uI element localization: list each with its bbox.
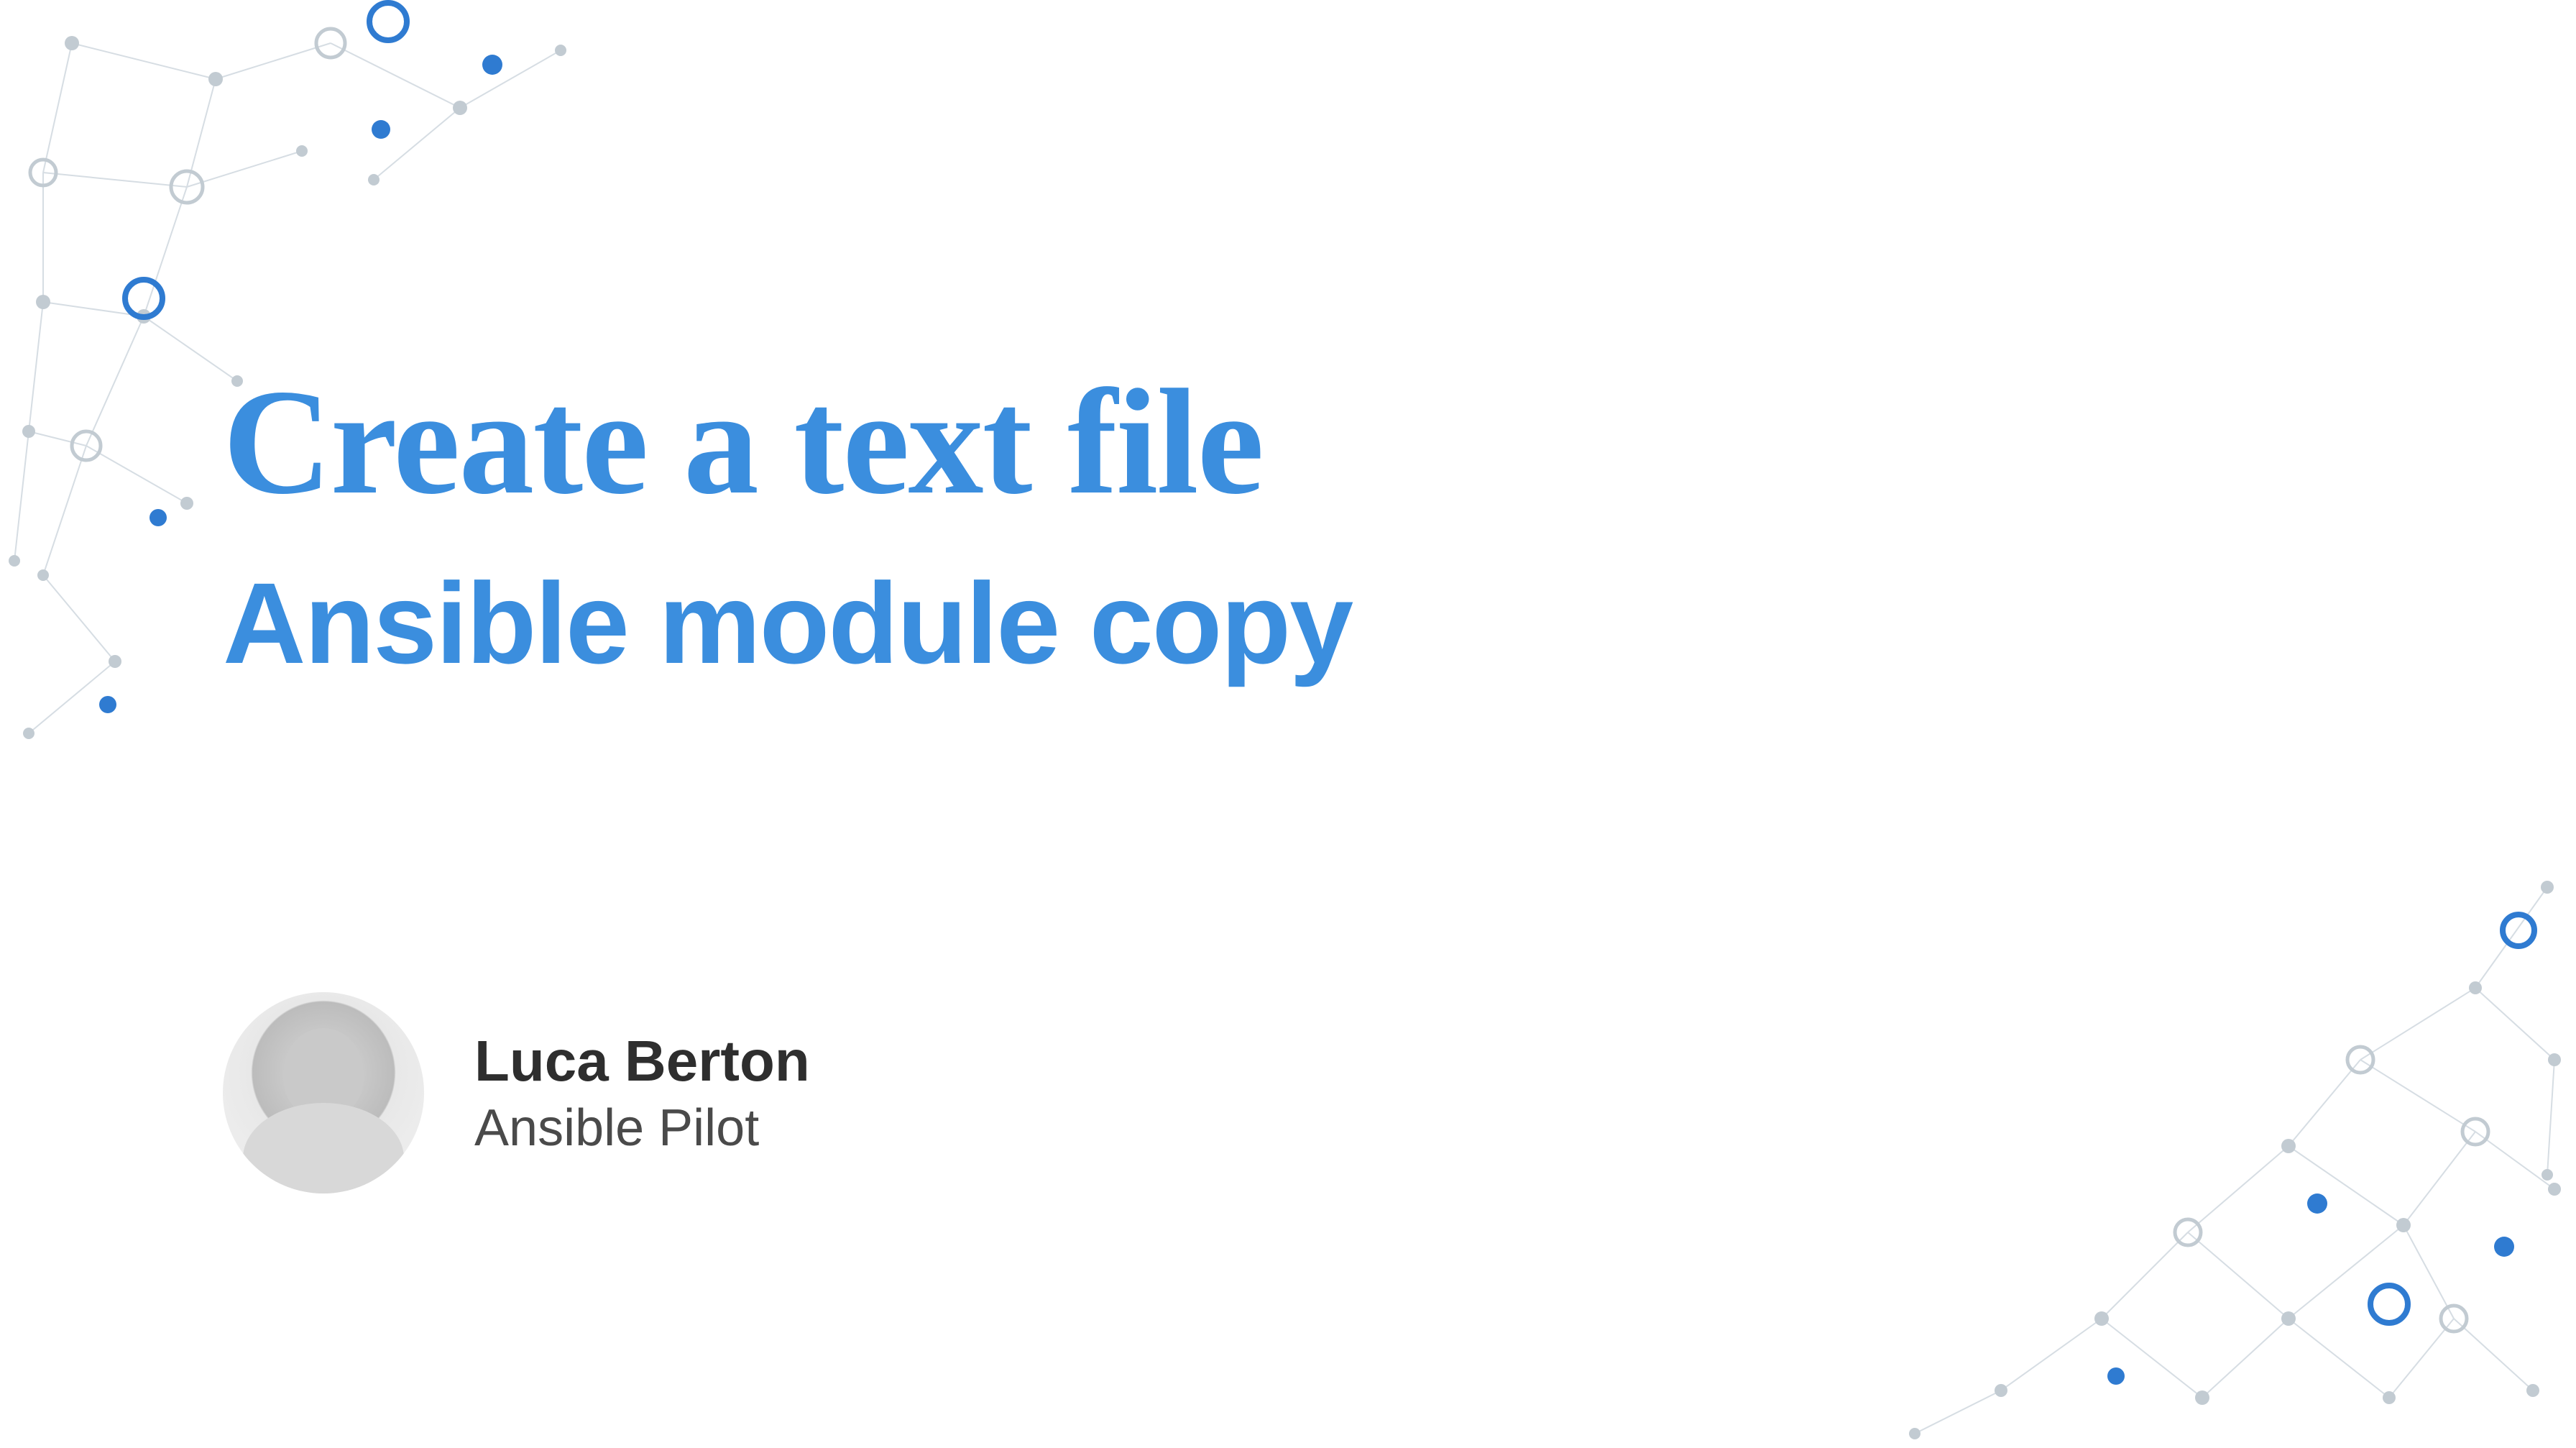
decorative-network-bottom-right (1785, 801, 2576, 1448)
slide-title: Create a text file (223, 359, 1352, 526)
slide-subtitle: Ansible module copy (223, 554, 1352, 692)
author-name: Luca Berton (474, 1028, 810, 1094)
author-role: Ansible Pilot (474, 1099, 810, 1158)
author-avatar (223, 992, 424, 1193)
author-block: Luca Berton Ansible Pilot (223, 992, 810, 1193)
